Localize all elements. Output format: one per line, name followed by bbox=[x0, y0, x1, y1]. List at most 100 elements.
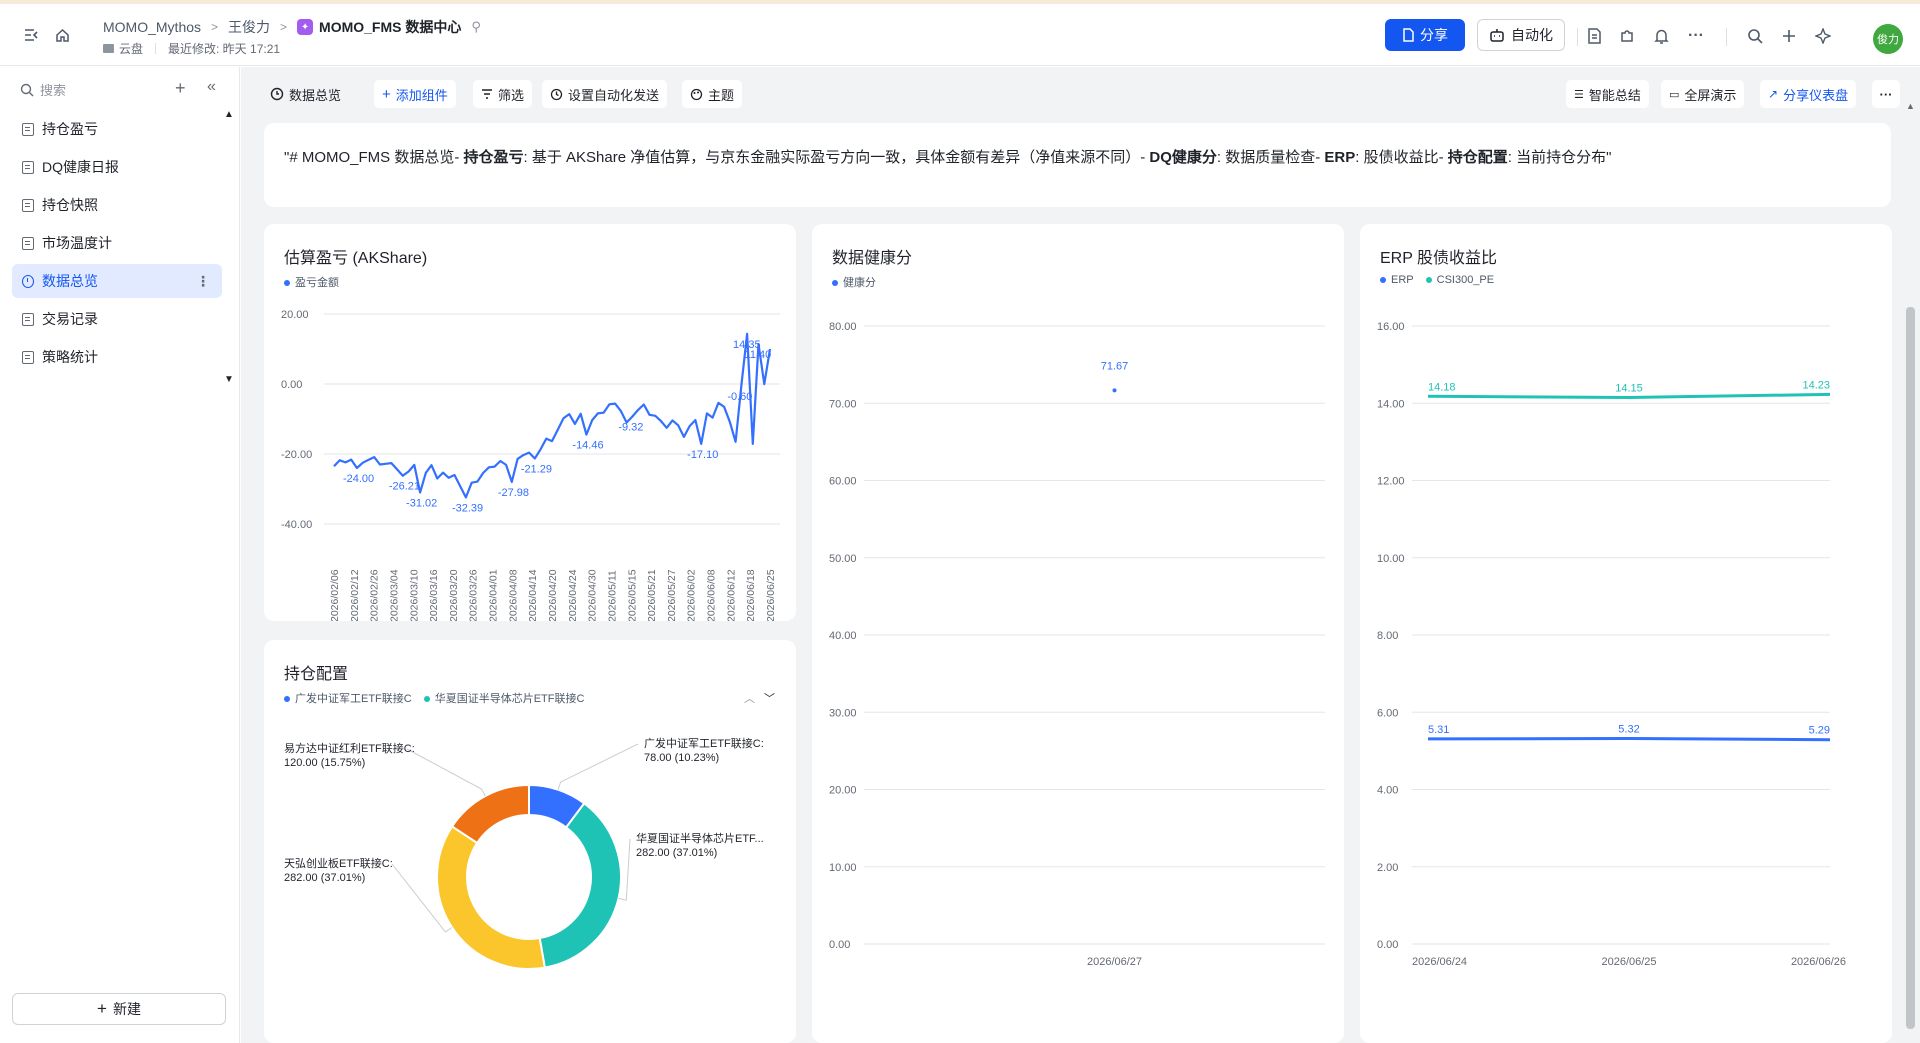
y-tick-label: 30.00 bbox=[829, 707, 857, 719]
text-bold: ERP bbox=[1324, 149, 1356, 166]
page-title: MOMO_FMS 数据中心 bbox=[319, 19, 462, 35]
dashboard-icon bbox=[270, 87, 284, 101]
y-tick-label: 10.00 bbox=[1377, 553, 1405, 565]
x-tick-label: 2026/05/21 bbox=[646, 569, 658, 621]
y-tick-label: 0.00 bbox=[1377, 939, 1398, 951]
series-line-csi300_pe bbox=[1427, 392, 1831, 400]
item-more-icon[interactable]: ⋮ bbox=[196, 273, 210, 290]
ai-sparkle-icon[interactable] bbox=[1810, 23, 1836, 49]
sidebar-item-position-snapshot[interactable]: 持仓快照 bbox=[12, 188, 222, 222]
table-icon bbox=[22, 160, 34, 174]
x-tick-label: 2026/04/14 bbox=[527, 569, 539, 621]
sidebar-item-dq-health[interactable]: DQ健康日报 bbox=[12, 150, 222, 184]
sidebar: 搜索 + « ▲ ▼ 持仓盈亏 DQ健康日报 持仓快照 市场温度计 数据总览 ⋮ … bbox=[0, 67, 240, 1043]
home-icon[interactable] bbox=[49, 22, 75, 48]
data-label: -24.00 bbox=[343, 473, 374, 485]
app-icon: ✦ bbox=[297, 19, 314, 35]
x-tick-label: 2026/06/27 bbox=[1087, 956, 1142, 968]
pin-icon[interactable]: ⚲ bbox=[471, 19, 481, 35]
doc-meta: 云盘 最近修改: 昨天 17:21 bbox=[103, 40, 280, 57]
app-header: MOMO_Mythos > 王俊力 > ✦ MOMO_FMS 数据中心 ⚲ 云盘… bbox=[0, 4, 1920, 66]
y-tick-label: 4.00 bbox=[1377, 785, 1398, 797]
auto-send-label: 设置自动化发送 bbox=[568, 87, 660, 103]
sidebar-item-data-overview[interactable]: 数据总览 ⋮ bbox=[12, 264, 222, 298]
data-label: -17.10 bbox=[687, 449, 718, 461]
automation-button[interactable]: 自动化 bbox=[1477, 19, 1565, 51]
markdown-text-card[interactable]: "# MOMO_FMS 数据总览- 持仓盈亏: 基于 AKShare 净值估算，… bbox=[264, 123, 1891, 207]
share-dashboard-button[interactable]: ↗ 分享仪表盘 bbox=[1760, 80, 1857, 108]
breadcrumb: MOMO_Mythos > 王俊力 > ✦ MOMO_FMS 数据中心 ⚲ bbox=[103, 17, 481, 37]
palette-icon bbox=[690, 88, 703, 100]
scroll-down-icon[interactable]: ▼ bbox=[224, 374, 234, 385]
sidebar-item-label: 数据总览 bbox=[42, 273, 98, 289]
bell-icon[interactable] bbox=[1648, 23, 1674, 49]
search-icon bbox=[20, 83, 34, 96]
y-tick-label: 40.00 bbox=[829, 630, 857, 642]
x-tick-label: 2026/02/12 bbox=[349, 569, 361, 621]
slice-label-name: 易方达中证红利ETF联接C: bbox=[284, 741, 415, 755]
new-label: 新建 bbox=[112, 1001, 141, 1017]
dashboard-icon bbox=[22, 274, 34, 288]
data-point bbox=[1112, 388, 1117, 393]
y-tick-label: -40.00 bbox=[281, 519, 312, 531]
dashboard-scrollbar[interactable]: ▲ bbox=[1901, 67, 1920, 1043]
erp-line-chart: 16.00 14.00 12.00 10.00 8.00 6.00 4.00 2.00 0.00… bbox=[1377, 321, 1846, 968]
holdings-pie-card[interactable]: 持仓配置 广发中证军工ETF联接C 华夏国证半导体芯片ETF联接C ︿ ﹀ 广发… bbox=[264, 640, 796, 1043]
x-tick-label: 2026/06/24 bbox=[1412, 956, 1467, 968]
sidebar-item-label: 持仓盈亏 bbox=[42, 121, 98, 137]
new-button[interactable]: + 新建 bbox=[12, 993, 226, 1025]
scroll-up-icon[interactable]: ▲ bbox=[224, 109, 234, 120]
pnl-chart-card[interactable]: 估算盈亏 (AKShare) 盈亏金额 20.00 0.00 -20.00 -40.0… bbox=[264, 224, 796, 621]
search-icon[interactable] bbox=[1742, 23, 1768, 49]
data-label: -32.39 bbox=[452, 502, 483, 514]
text-segment: : 数据质量检查- bbox=[1216, 149, 1325, 166]
theme-button[interactable]: 主题 bbox=[682, 80, 743, 108]
plus-icon: + bbox=[382, 85, 391, 103]
x-tick-label: 2026/06/12 bbox=[725, 569, 737, 621]
x-tick-label: 2026/04/01 bbox=[488, 569, 500, 621]
x-tick-label: 2026/06/08 bbox=[706, 569, 718, 621]
auto-send-button[interactable]: 设置自动化发送 bbox=[542, 80, 668, 108]
filter-button[interactable]: 筛选 bbox=[473, 80, 533, 108]
table-icon bbox=[22, 236, 34, 250]
slice-label-value: 78.00 (10.23%) bbox=[644, 752, 719, 764]
label-leader-line bbox=[406, 748, 486, 797]
add-page-icon[interactable]: + bbox=[175, 79, 186, 97]
sidebar-search[interactable]: 搜索 bbox=[20, 80, 66, 99]
more-icon[interactable]: ··· bbox=[1683, 23, 1709, 49]
data-label: 14.15 bbox=[1615, 382, 1643, 394]
folder-icon bbox=[103, 44, 114, 53]
fullscreen-button[interactable]: ▭ 全屏演示 bbox=[1661, 80, 1745, 108]
y-tick-label: 50.00 bbox=[829, 553, 857, 565]
x-tick-label: 2026/04/20 bbox=[547, 569, 559, 621]
sidebar-item-market-thermometer[interactable]: 市场温度计 bbox=[12, 226, 222, 260]
collapse-sidebar-icon[interactable]: « bbox=[207, 79, 216, 95]
scrollbar-thumb[interactable] bbox=[1906, 307, 1915, 1029]
sidebar-item-strategy-stats[interactable]: 策略统计 bbox=[12, 340, 222, 374]
avatar[interactable]: 俊力 bbox=[1873, 24, 1903, 54]
sidebar-toggle-icon[interactable] bbox=[19, 22, 45, 48]
scroll-up-icon[interactable]: ▲ bbox=[1906, 101, 1915, 111]
breadcrumb-root[interactable]: MOMO_Mythos bbox=[103, 19, 201, 35]
y-tick-label: 12.00 bbox=[1377, 476, 1405, 488]
document-info-icon[interactable] bbox=[1581, 23, 1607, 49]
add-widget-button[interactable]: + 添加组件 bbox=[374, 80, 456, 108]
sidebar-item-trade-records[interactable]: 交易记录 bbox=[12, 302, 222, 336]
dashboard-title[interactable]: 数据总览 bbox=[262, 80, 349, 108]
toolbar-more-button[interactable]: ··· bbox=[1872, 80, 1900, 108]
table-icon bbox=[22, 122, 34, 136]
share-button[interactable]: 分享 bbox=[1385, 19, 1465, 51]
smart-summary-button[interactable]: ☰ 智能总结 bbox=[1566, 80, 1649, 108]
pie-slice bbox=[450, 783, 530, 845]
dq-health-chart-card[interactable]: 数据健康分 健康分 80.00 70.00 60.00 50.00 40.00 30.00… bbox=[812, 224, 1344, 1043]
plus-icon[interactable] bbox=[1776, 23, 1802, 49]
x-tick-label: 2026/04/30 bbox=[587, 569, 599, 621]
pie-slice bbox=[436, 825, 547, 970]
breadcrumb-owner[interactable]: 王俊力 bbox=[228, 17, 270, 37]
sidebar-item-position-pnl[interactable]: 持仓盈亏 bbox=[12, 112, 222, 146]
data-label: 5.32 bbox=[1618, 724, 1639, 736]
x-tick-label: 2026/02/26 bbox=[369, 569, 381, 621]
plugin-icon[interactable] bbox=[1614, 23, 1640, 49]
erp-chart-card[interactable]: ERP 股债收益比 ERP CSI300_PE 16.00 14.00 12.00 1… bbox=[1360, 224, 1892, 1043]
location-label[interactable]: 云盘 bbox=[119, 40, 143, 57]
